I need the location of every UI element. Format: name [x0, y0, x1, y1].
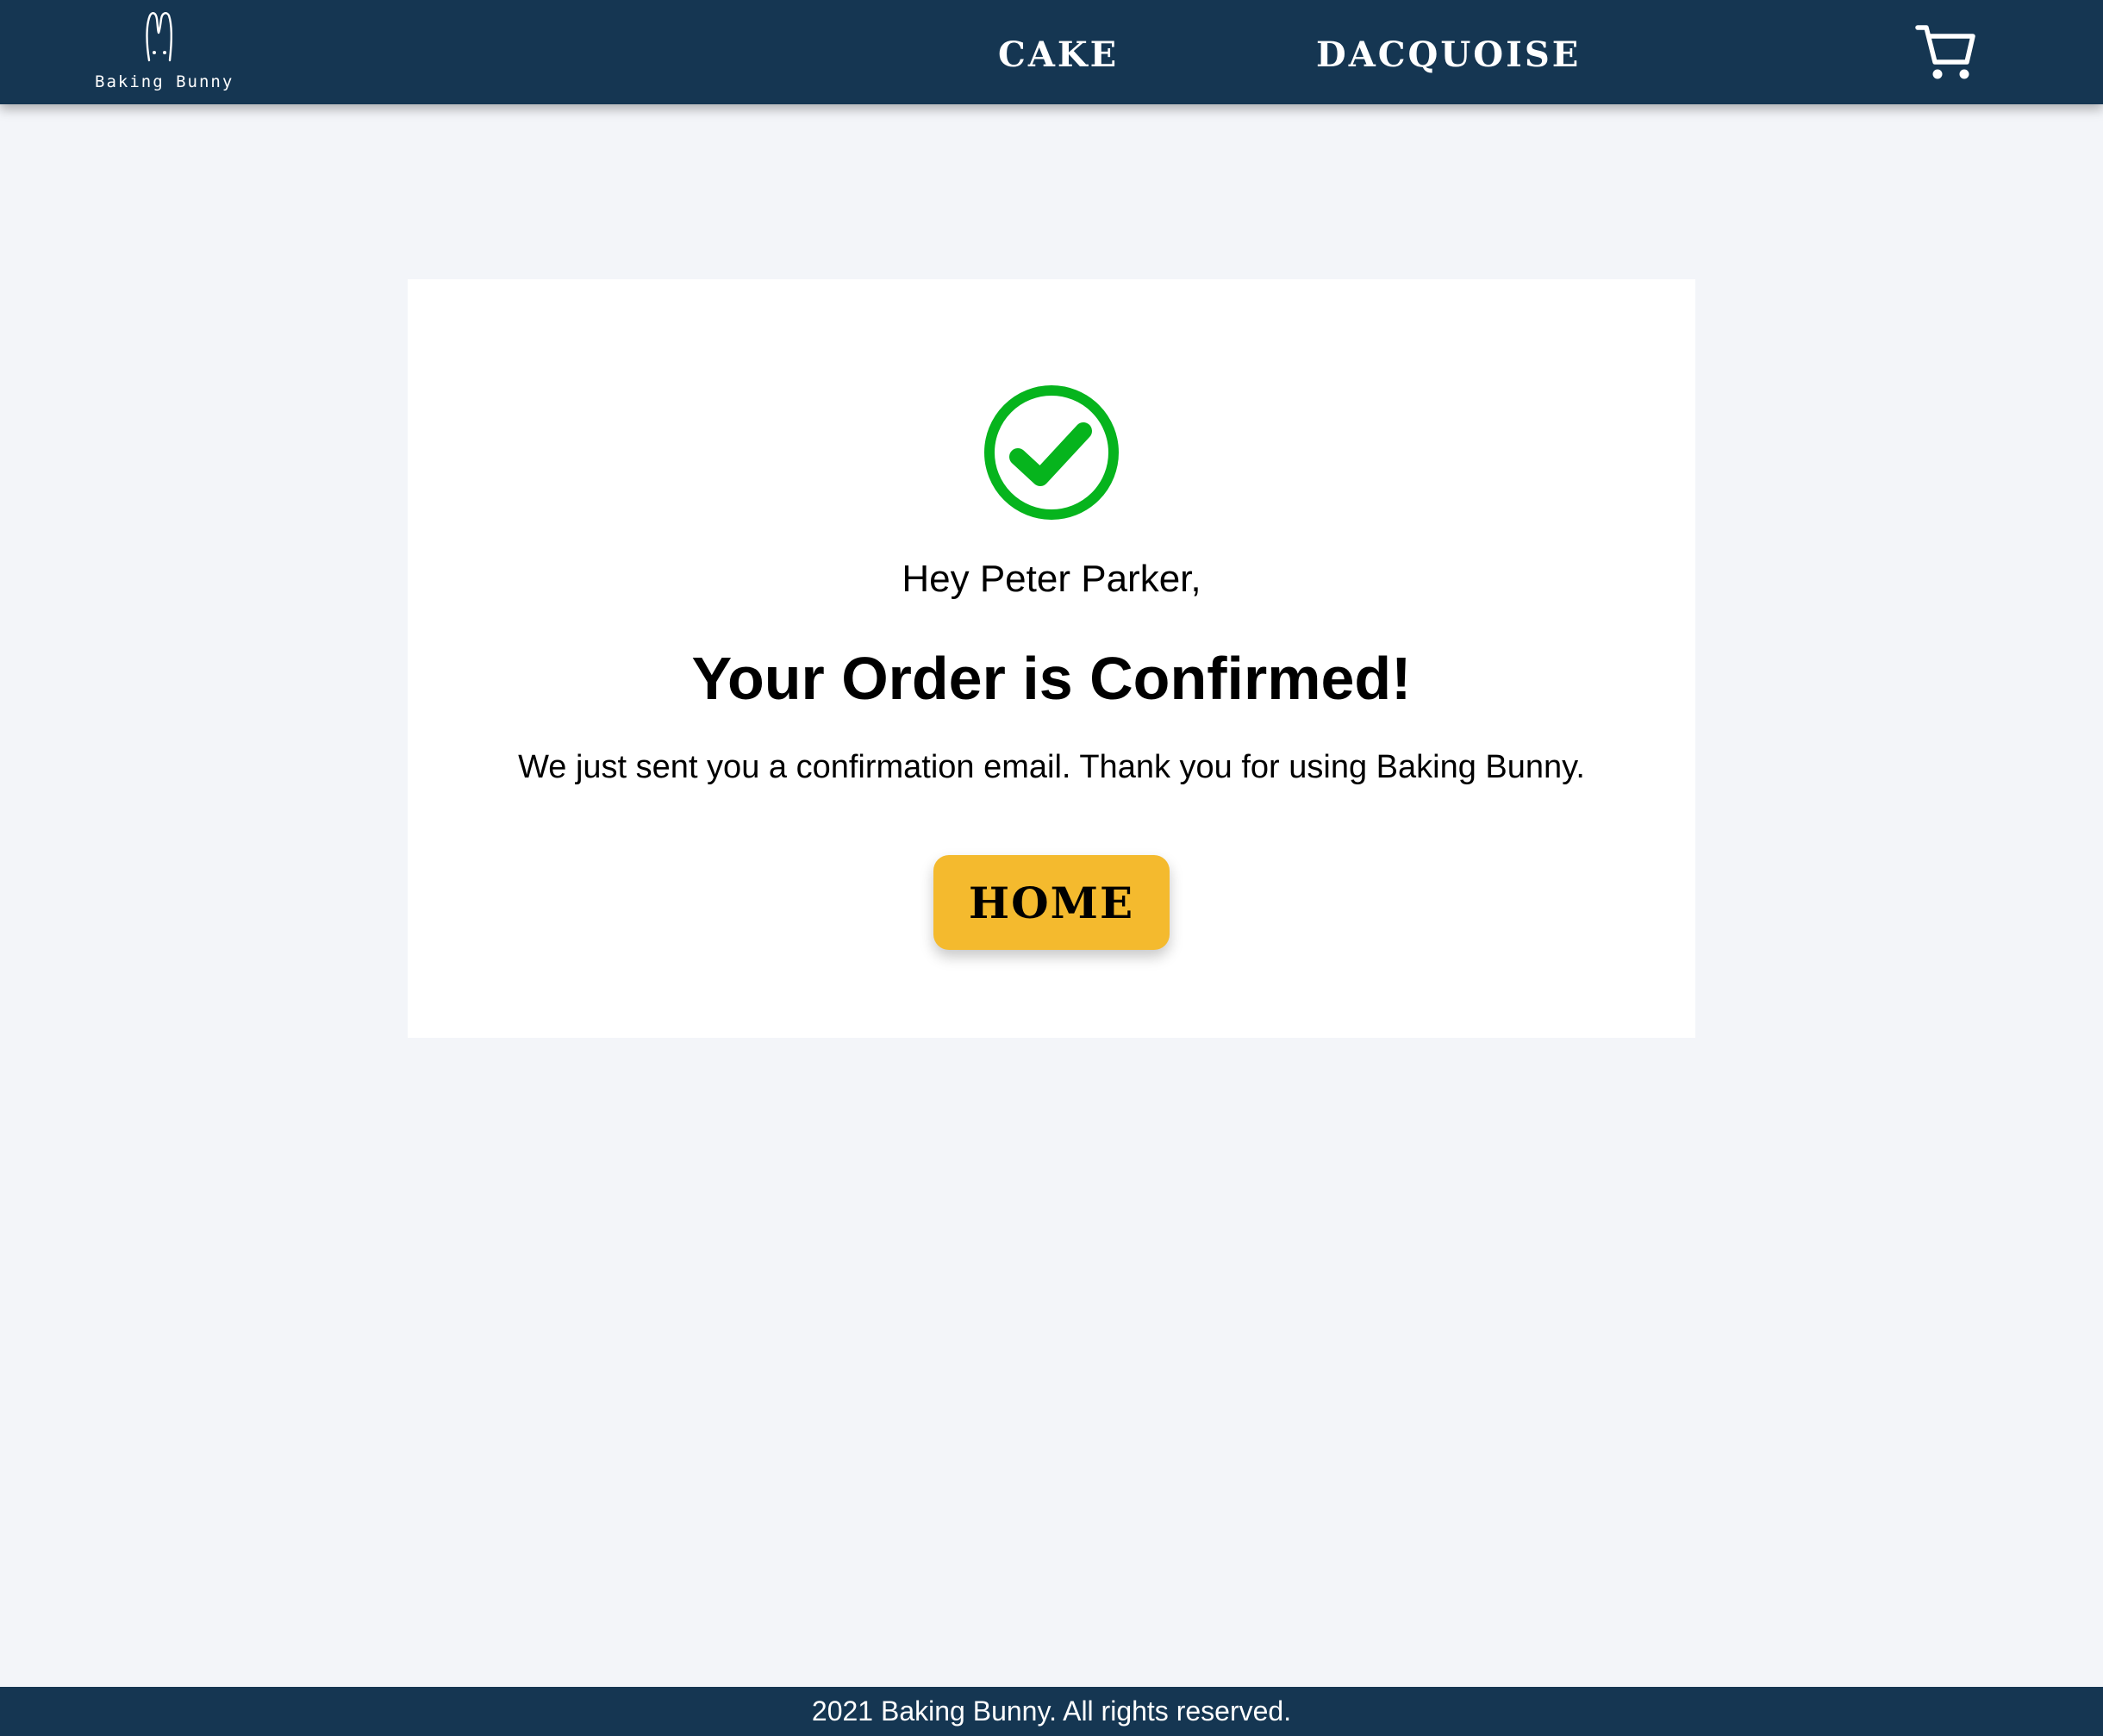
bunny-logo-icon [146, 12, 172, 62]
order-confirmation-card: Hey Peter Parker, Your Order is Confirme… [408, 279, 1695, 1038]
cart-button[interactable] [1915, 22, 1975, 83]
top-navbar: Baking Bunny CAKE DACQUOISE [0, 0, 2103, 104]
logo-text: Baking Bunny [95, 72, 234, 91]
confirmation-headline: Your Order is Confirmed! [691, 645, 1412, 712]
logo-link[interactable]: Baking Bunny [95, 9, 234, 98]
home-button[interactable]: HOME [933, 855, 1170, 950]
check-circle-icon [984, 385, 1119, 520]
nav-link-dacquoise[interactable]: DACQUOISE [1316, 29, 1581, 81]
footer: 2021 Baking Bunny. All rights reserved. [0, 1687, 2103, 1736]
shopping-cart-icon [1915, 25, 1975, 79]
footer-copyright: 2021 Baking Bunny. All rights reserved. [811, 1695, 1292, 1727]
greeting-text: Hey Peter Parker, [902, 558, 1201, 600]
confirmation-message: We just sent you a confirmation email. T… [518, 749, 1585, 785]
nav-link-cake[interactable]: CAKE [998, 29, 1119, 81]
